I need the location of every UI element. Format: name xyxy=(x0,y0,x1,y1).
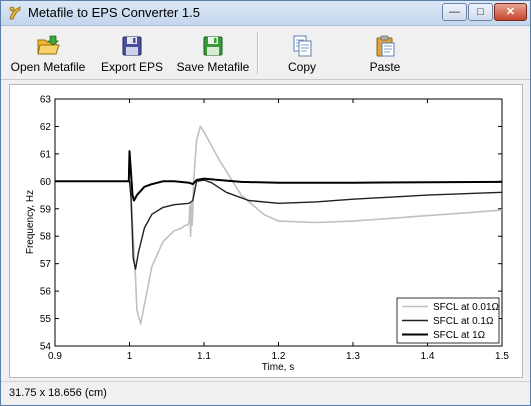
y-tick-label: 58 xyxy=(40,232,52,243)
x-tick-label: 1 xyxy=(127,351,133,362)
status-dimensions: 31.75 x 18.656 (cm) xyxy=(9,387,107,399)
y-tick-label: 63 xyxy=(40,95,52,106)
copy-icon xyxy=(293,35,312,57)
export-eps-button[interactable]: Export EPS xyxy=(97,26,167,79)
paste-label: Paste xyxy=(369,60,401,74)
copy-button[interactable]: Copy xyxy=(273,26,331,79)
floppy-disk-icon xyxy=(122,36,142,56)
paste-button[interactable]: Paste xyxy=(356,26,414,79)
y-tick-label: 61 xyxy=(40,149,52,160)
open-metafile-button[interactable]: Open Metafile xyxy=(5,26,91,79)
toolbar-separator xyxy=(257,32,259,74)
legend-label: SFCL at 1Ω xyxy=(433,330,486,341)
window-title: Metafile to EPS Converter 1.5 xyxy=(28,5,200,20)
y-tick-label: 57 xyxy=(40,259,52,270)
close-button[interactable]: ✕ xyxy=(494,3,527,21)
x-tick-label: 1.4 xyxy=(421,351,435,362)
legend-label: SFCL at 0.1Ω xyxy=(433,316,494,327)
x-tick-label: 1.5 xyxy=(495,351,509,362)
minimize-button[interactable]: — xyxy=(442,3,467,21)
toolbar: Open Metafile Export EPS Save Metafile C… xyxy=(1,26,530,80)
copy-label: Copy xyxy=(287,60,316,74)
y-tick-label: 59 xyxy=(40,204,52,215)
x-tick-label: 1.1 xyxy=(197,351,211,362)
legend: SFCL at 0.01Ω SFCL at 0.1Ω SFCL at 1Ω xyxy=(396,297,500,344)
x-axis-label: Time, s xyxy=(262,362,294,373)
paste-clipboard-icon xyxy=(376,35,395,57)
x-tick-label: 1.2 xyxy=(272,351,286,362)
open-folder-icon xyxy=(37,35,60,55)
y-axis-label: Frequency, Hz xyxy=(25,190,36,254)
metafile-preview: 54 55 56 57 58 59 60 61 62 63 0.9 1 1.1 1.2 1.3 1.4 1.5… xyxy=(9,84,523,378)
y-tick-label: 62 xyxy=(40,122,52,133)
save-metafile-button[interactable]: Save Metafile xyxy=(171,26,255,79)
status-bar: 31.75 x 18.656 (cm) xyxy=(1,381,530,405)
legend-label: SFCL at 0.01Ω xyxy=(433,302,500,313)
maximize-button[interactable]: □ xyxy=(468,3,493,21)
x-tick-label: 1.3 xyxy=(346,351,360,362)
save-metafile-label: Save Metafile xyxy=(176,60,250,74)
app-icon xyxy=(9,6,21,20)
app-window: Metafile to EPS Converter 1.5 — □ ✕ Open… xyxy=(0,0,531,406)
export-eps-label: Export EPS xyxy=(100,60,164,74)
y-tick-label: 55 xyxy=(40,314,52,325)
y-tick-label: 60 xyxy=(40,177,52,188)
y-tick-label: 56 xyxy=(40,287,52,298)
x-tick-label: 0.9 xyxy=(48,351,62,362)
save-disk-icon xyxy=(203,36,223,56)
frequency-chart: 54555657585960616263 0.9 1 1.1 1.2 1.3 1.4 1.5… xyxy=(25,95,509,374)
title-bar[interactable]: Metafile to EPS Converter 1.5 — □ ✕ xyxy=(1,1,530,26)
open-metafile-label: Open Metafile xyxy=(10,60,86,74)
